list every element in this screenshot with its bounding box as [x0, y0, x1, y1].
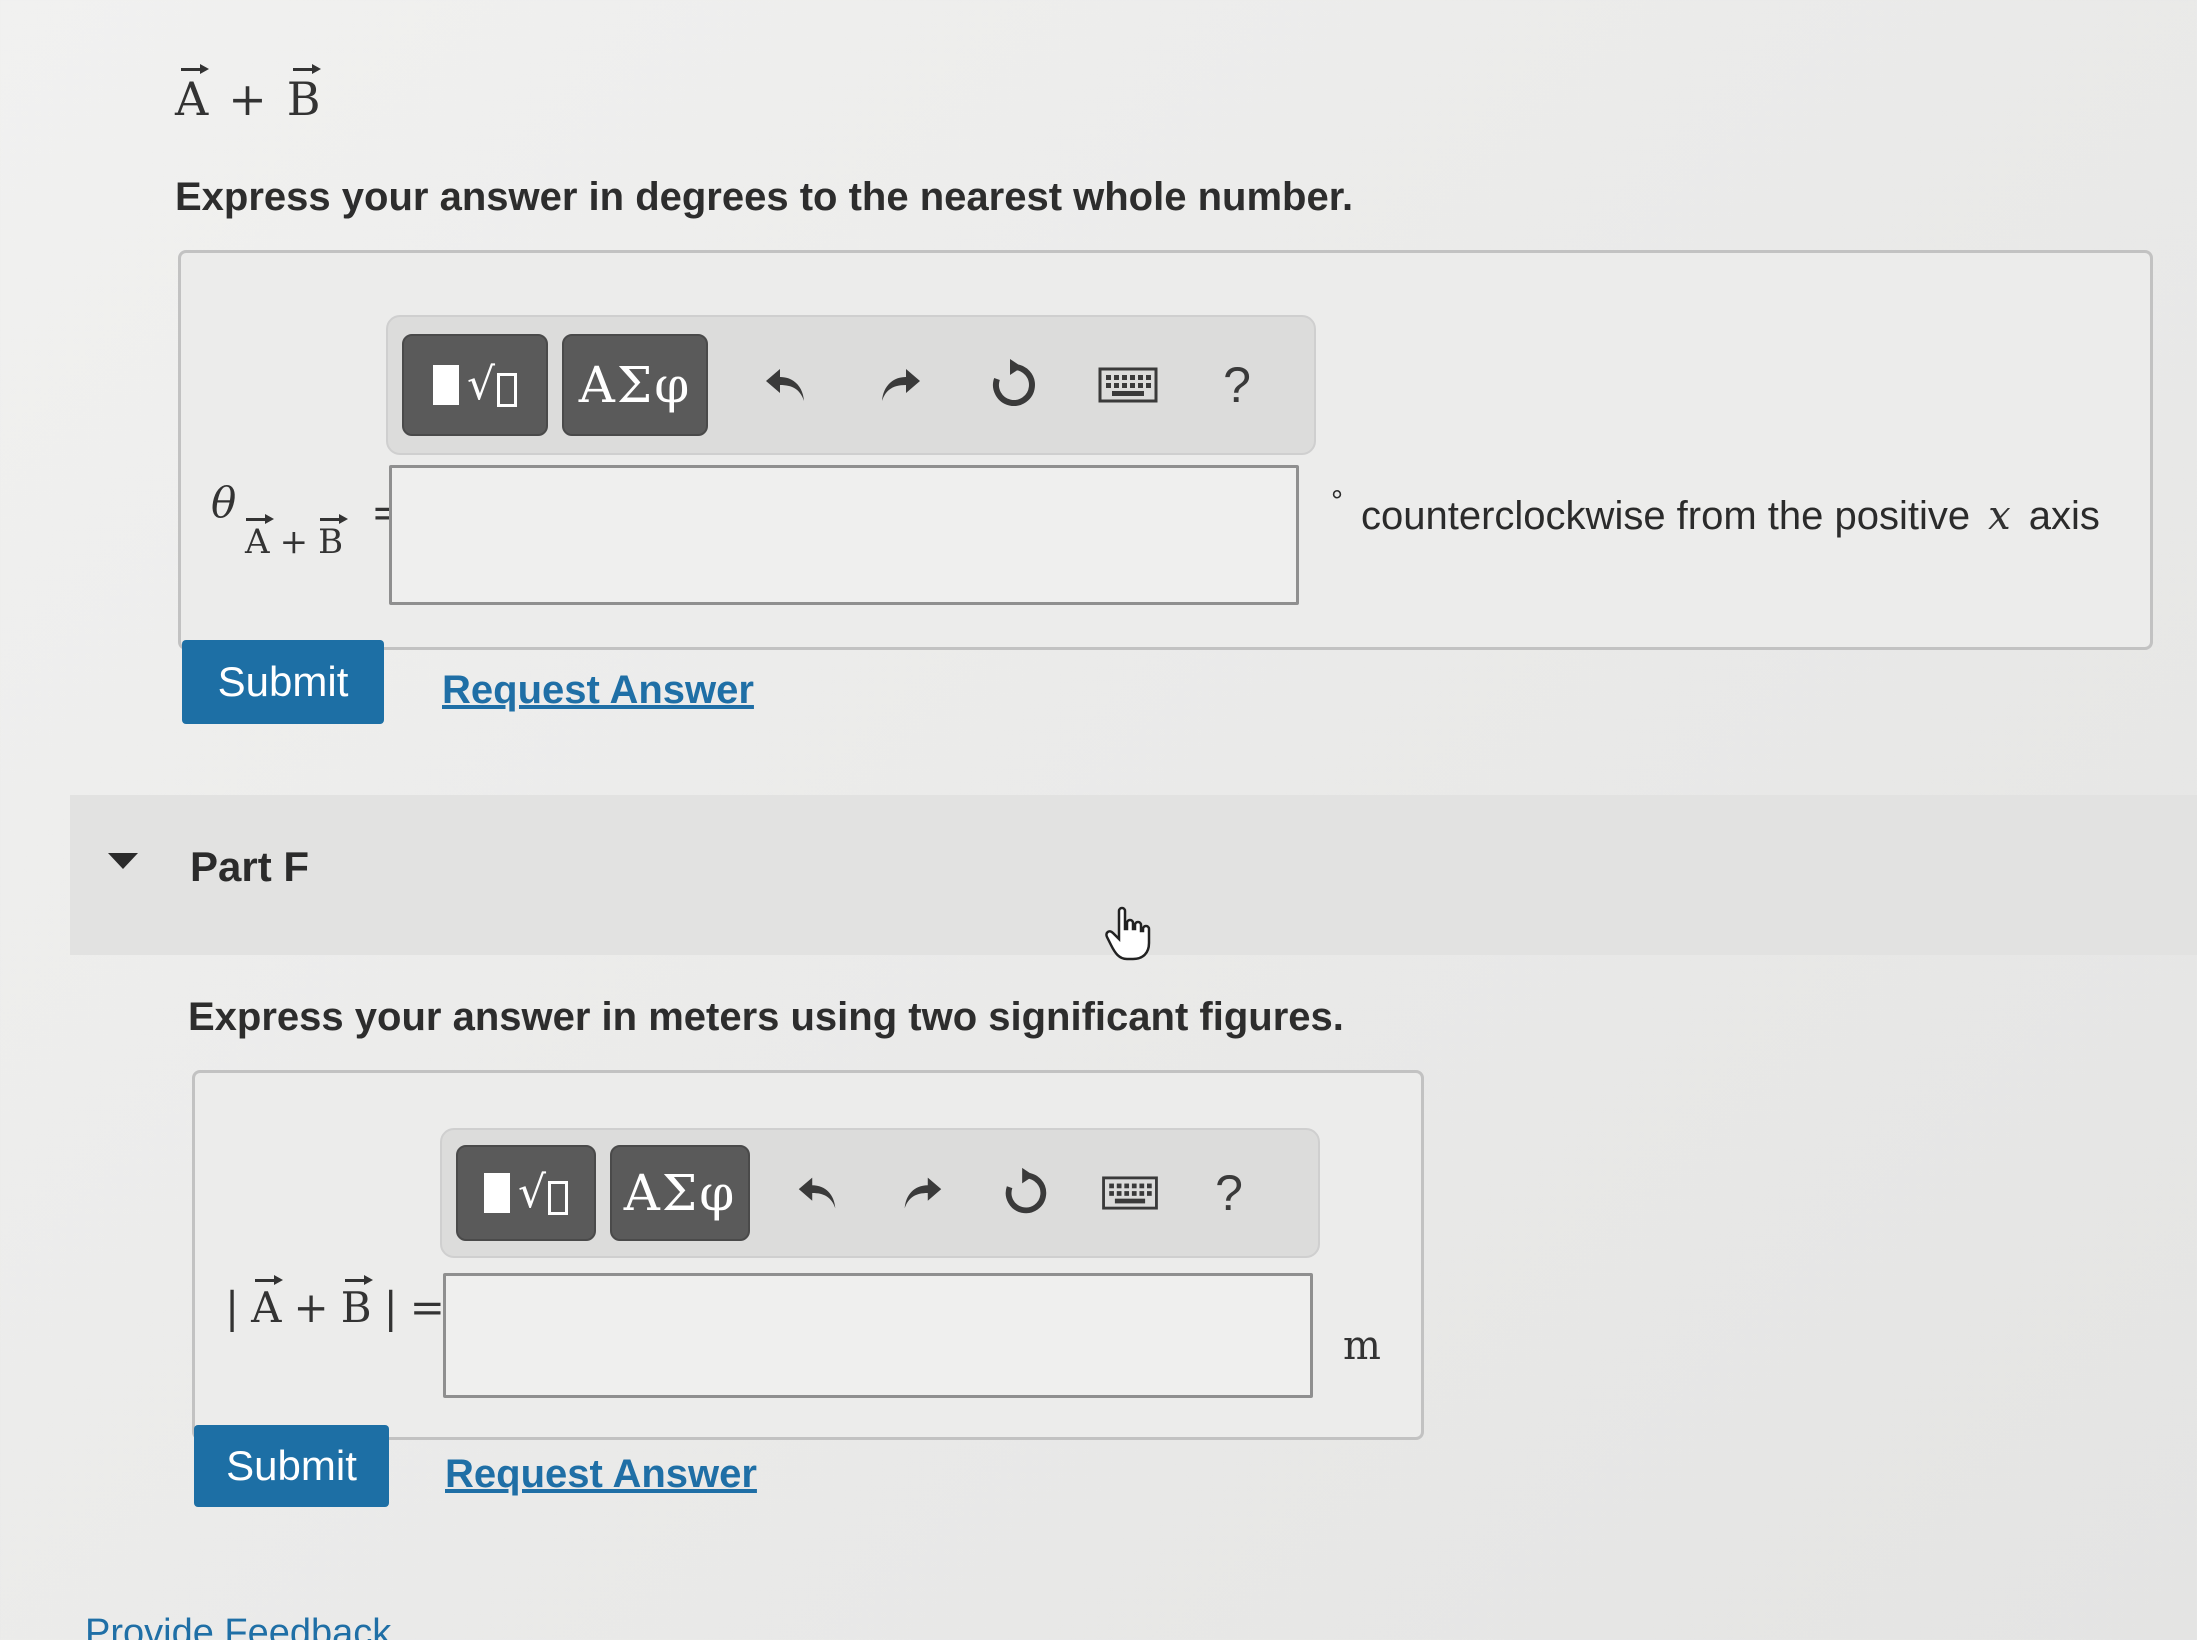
undo-button[interactable]: [780, 1155, 856, 1231]
undo-icon: [766, 369, 804, 401]
help-button[interactable]: ?: [1196, 1155, 1262, 1231]
templates-button[interactable]: √: [402, 334, 548, 436]
part-f-math-toolbar: √ ΑΣφ ?: [440, 1128, 1320, 1258]
reset-button[interactable]: [974, 345, 1054, 425]
vector-b: B: [286, 64, 321, 126]
plus-sign: +: [228, 72, 267, 126]
keyboard-icon: [1098, 367, 1158, 403]
part-f-submit-button[interactable]: Submit: [194, 1425, 389, 1507]
degree-symbol: °: [1331, 485, 1343, 518]
undo-icon: [798, 1177, 836, 1209]
greek-letters-button[interactable]: ΑΣφ: [562, 334, 708, 436]
part-e-submit-button[interactable]: Submit: [182, 640, 384, 724]
help-icon: ?: [1223, 357, 1251, 413]
reset-button[interactable]: [988, 1155, 1064, 1231]
help-icon: ?: [1215, 1165, 1243, 1221]
part-f-title: Part F: [190, 843, 310, 890]
vector-sum-heading: A + B: [175, 64, 321, 126]
reset-icon: [992, 359, 1035, 406]
theta-label: θ A + B =: [211, 478, 406, 562]
reset-icon: [1005, 1167, 1047, 1214]
magnitude-label: | A + B | =: [225, 1275, 445, 1332]
keyboard-icon: [1102, 1176, 1158, 1210]
help-button[interactable]: ?: [1202, 345, 1272, 425]
greek-letters-button[interactable]: ΑΣφ: [610, 1145, 750, 1241]
theta-unit: ° counterclockwise from the positive x a…: [1331, 485, 2100, 539]
redo-button[interactable]: [860, 345, 940, 425]
redo-icon: [904, 1177, 942, 1209]
keyboard-button[interactable]: [1092, 1155, 1168, 1231]
magnitude-answer-input[interactable]: [443, 1273, 1313, 1398]
part-f-request-answer-link[interactable]: Request Answer: [445, 1452, 757, 1497]
collapse-caret-icon: [108, 853, 138, 869]
part-e-answer-panel: √ ΑΣφ ? θ A + B = ° counterclockwise: [178, 250, 2153, 650]
provide-feedback-link[interactable]: Provide Feedback: [85, 1612, 391, 1640]
keyboard-button[interactable]: [1088, 345, 1168, 425]
part-e-math-toolbar: √ ΑΣφ ?: [386, 315, 1316, 455]
part-f-answer-panel: √ ΑΣφ ? | A + B | = m: [192, 1070, 1424, 1440]
redo-icon: [882, 369, 920, 401]
undo-button[interactable]: [746, 345, 826, 425]
theta-answer-input[interactable]: [389, 465, 1299, 605]
templates-icon: [432, 365, 459, 405]
hand-cursor-icon: [1105, 906, 1151, 961]
templates-button[interactable]: √: [456, 1145, 596, 1241]
part-e-instruction: Express your answer in degrees to the ne…: [175, 175, 1354, 219]
part-f-instruction: Express your answer in meters using two …: [188, 995, 1344, 1039]
templates-icon: [483, 1173, 510, 1213]
meters-unit: m: [1343, 1323, 1381, 1369]
vector-a: A: [175, 64, 209, 126]
redo-button[interactable]: [884, 1155, 960, 1231]
part-e-request-answer-link[interactable]: Request Answer: [442, 668, 754, 713]
